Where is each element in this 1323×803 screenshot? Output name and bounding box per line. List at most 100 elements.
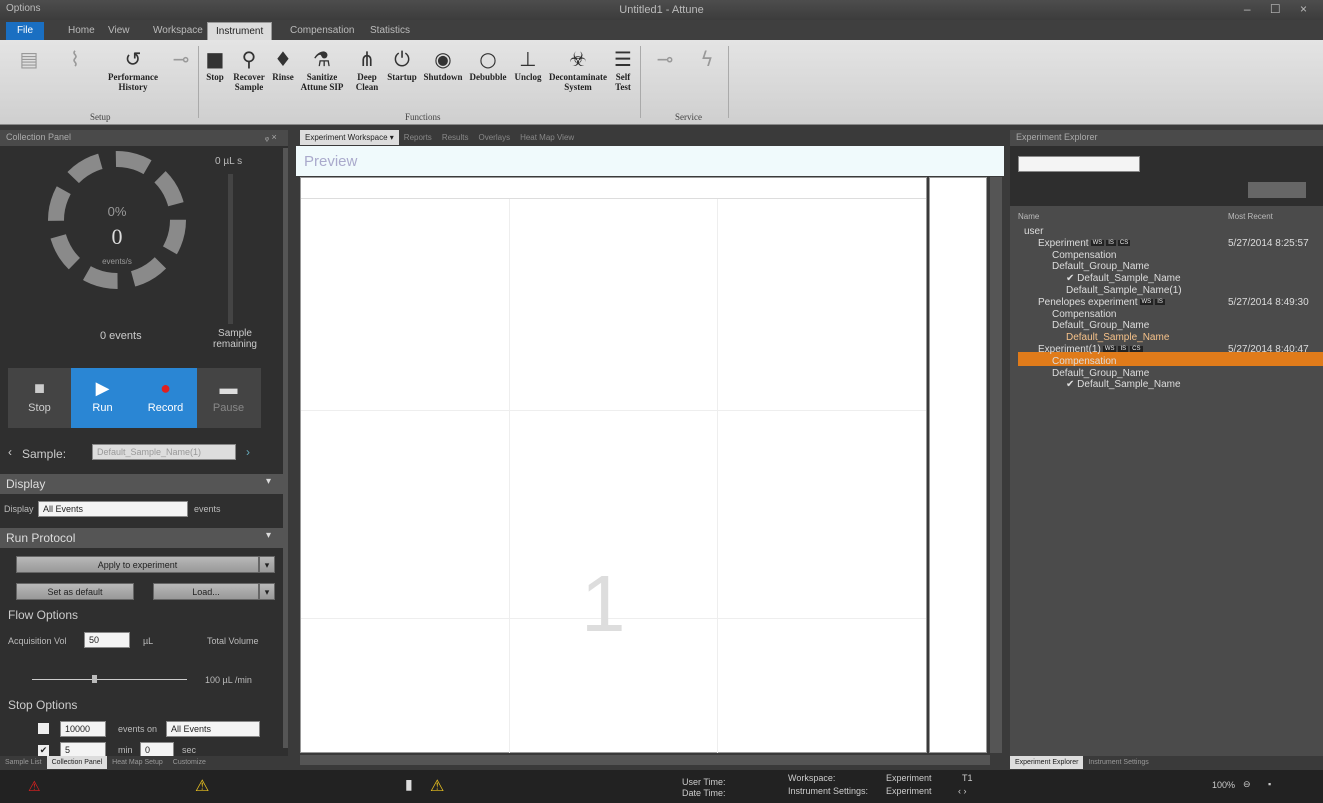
shutdown-button[interactable]: ◉ Shutdown (421, 46, 465, 82)
signal-button[interactable]: ⌇ (60, 46, 90, 72)
tree-tag-badge[interactable]: IS (1106, 240, 1116, 247)
record-button[interactable]: ● Record (134, 368, 197, 428)
zoom-out-icon[interactable]: ⊖ (1243, 779, 1251, 790)
tree-tag-badge[interactable]: IS (1155, 299, 1165, 306)
tree-tag-badge[interactable]: WS (1139, 299, 1154, 306)
laser-icon: ⊸ (656, 47, 674, 71)
grid-line (301, 410, 926, 411)
tab-collection-panel[interactable]: Collection Panel (46, 756, 108, 769)
tree-tag-badge[interactable]: IS (1118, 346, 1129, 353)
acq-vol-input[interactable]: 50 (84, 632, 130, 648)
events-stop-input[interactable]: 10000 (60, 721, 106, 737)
tab-compensation[interactable]: Compensation (282, 22, 362, 40)
tree-row[interactable]: Default_Sample_Name(1) (1066, 285, 1182, 296)
flow-rate-slider[interactable] (32, 679, 187, 680)
events-count: 0 events (100, 330, 142, 342)
run-protocol-header[interactable]: Run Protocol ▾ (0, 528, 283, 548)
ribbon-tabs: File Home View Workspace Instrument Comp… (0, 20, 1323, 40)
tree-row[interactable]: Compensation (1052, 309, 1116, 320)
decontaminate-button[interactable]: ☣ Decontaminate System (545, 46, 611, 92)
set-as-default-button[interactable]: Set as default (16, 583, 134, 600)
load-dropdown-button[interactable]: ▾ (259, 583, 275, 600)
tab-experiment-explorer[interactable]: Experiment Explorer (1010, 756, 1084, 769)
instrument-status-icon[interactable]: ⚠ (430, 776, 444, 796)
rinse-button[interactable]: ♦ Rinse (270, 46, 296, 82)
deep-clean-button[interactable]: ⋔ Deep Clean (352, 46, 382, 92)
run-button[interactable]: ▶ Run (71, 368, 134, 428)
tab-overlays[interactable]: Overlays (474, 130, 516, 145)
tube-icon[interactable]: ▮ (405, 776, 413, 793)
time-stop-checkbox[interactable]: ✔ (38, 745, 49, 756)
tree-row[interactable]: Compensation (1052, 356, 1116, 367)
load-button[interactable]: Load... (153, 583, 259, 600)
warning-icon[interactable]: ⚠ (28, 778, 41, 795)
apply-to-experiment-button[interactable]: Apply to experiment (16, 556, 259, 573)
tab-home[interactable]: Home (60, 22, 103, 40)
tab-sample-list[interactable]: Sample List (0, 756, 47, 769)
pause-button[interactable]: ▬ Pause (197, 368, 260, 428)
tree-row[interactable]: Default_Group_Name (1052, 261, 1149, 272)
tab-instrument-settings[interactable]: Instrument Settings (1083, 756, 1153, 769)
events-stop-checkbox[interactable] (38, 723, 49, 734)
debubble-button[interactable]: ○ Debubble (466, 46, 510, 82)
explorer-filter-select[interactable] (1018, 156, 1140, 172)
pin-close-icon[interactable]: ᵩ × (265, 132, 277, 142)
sample-select[interactable]: Default_Sample_Name(1) (92, 444, 236, 460)
tab-heat-map-setup[interactable]: Heat Map Setup (107, 756, 168, 769)
tab-reports[interactable]: Reports (399, 130, 437, 145)
prev-sample-icon[interactable]: ‹ (8, 445, 12, 459)
window-controls[interactable]: – ☐ × (1244, 2, 1315, 16)
tree-row[interactable]: Experiment WS IS CS (1038, 238, 1131, 249)
tree-row[interactable]: Default_Group_Name (1052, 320, 1149, 331)
service-button-2[interactable]: ϟ (690, 46, 724, 72)
display-select[interactable]: All Events (38, 501, 188, 517)
sanitize-button[interactable]: ⚗ Sanitize Attune SIP (298, 46, 346, 92)
tree-row[interactable]: Experiment(1) WS IS CS (1038, 344, 1143, 355)
unclog-button[interactable]: ⊥ Unclog (511, 46, 545, 82)
startup-button[interactable]: ⏻ Startup (385, 46, 419, 82)
next-sample-icon[interactable]: › (246, 445, 250, 459)
tab-file[interactable]: File (6, 22, 44, 40)
tree-tag-badge[interactable]: WS (1090, 240, 1105, 247)
tab-view[interactable]: View (100, 22, 138, 40)
tree-row-selected[interactable]: Default_Sample_Name (1066, 332, 1169, 343)
zoom-slider[interactable]: ▪ (1268, 779, 1271, 789)
tab-heat-map-view[interactable]: Heat Map View (515, 130, 579, 145)
explorer-action-button[interactable] (1248, 182, 1306, 198)
vertical-scrollbar[interactable] (990, 177, 1002, 753)
alert-icon[interactable]: ⚠ (195, 776, 209, 796)
tree-row[interactable]: Compensation (1052, 250, 1116, 261)
tab-experiment-workspace[interactable]: Experiment Workspace ▾ (300, 130, 399, 145)
horizontal-scrollbar[interactable] (300, 755, 990, 765)
apply-dropdown-button[interactable]: ▾ (259, 556, 275, 573)
position-nav[interactable]: ‹ › (958, 786, 967, 796)
tab-statistics[interactable]: Statistics (362, 22, 418, 40)
clipboard-button[interactable]: ▤ (14, 46, 44, 72)
left-panel-scrollbar[interactable] (283, 148, 288, 748)
baseline-button[interactable]: ⊸ (166, 46, 196, 72)
tab-instrument[interactable]: Instrument (207, 22, 273, 40)
tree-row-label: ✔ Default_Sample_Name (1066, 273, 1181, 285)
performance-history-button[interactable]: ↺ Performance History (100, 46, 166, 92)
total-volume-label: Total Volume (207, 636, 259, 646)
self-test-button[interactable]: ☰ Self Test (612, 46, 634, 92)
display-section-header[interactable]: Display ▾ (0, 474, 283, 494)
tree-tag-badge[interactable]: CS (1130, 346, 1143, 353)
preview-canvas[interactable]: 1 (300, 177, 927, 753)
tree-row[interactable]: user (1024, 226, 1043, 237)
tab-workspace[interactable]: Workspace (145, 22, 211, 40)
tab-results[interactable]: Results (437, 130, 474, 145)
service-button-1[interactable]: ⊸ (648, 46, 682, 72)
tab-customize[interactable]: Customize (168, 756, 211, 769)
events-gate-select[interactable]: All Events (166, 721, 260, 737)
tree-row[interactable]: Penelopes experiment WS IS (1038, 297, 1165, 308)
tree-row[interactable]: ✔ Default_Sample_Name (1066, 273, 1181, 284)
tree-tag-badge[interactable]: CS (1117, 240, 1131, 247)
tree-row[interactable]: Default_Group_Name (1052, 368, 1149, 379)
flow-rate-slider-handle[interactable] (92, 675, 97, 683)
stop-button[interactable]: ■ Stop (203, 46, 227, 82)
recover-sample-button[interactable]: ⚲ Recover Sample (231, 46, 267, 92)
stop-button[interactable]: ■ Stop (8, 368, 71, 428)
tree-row[interactable]: ✔ Default_Sample_Name (1066, 379, 1181, 390)
tree-tag-badge[interactable]: WS (1102, 346, 1117, 353)
